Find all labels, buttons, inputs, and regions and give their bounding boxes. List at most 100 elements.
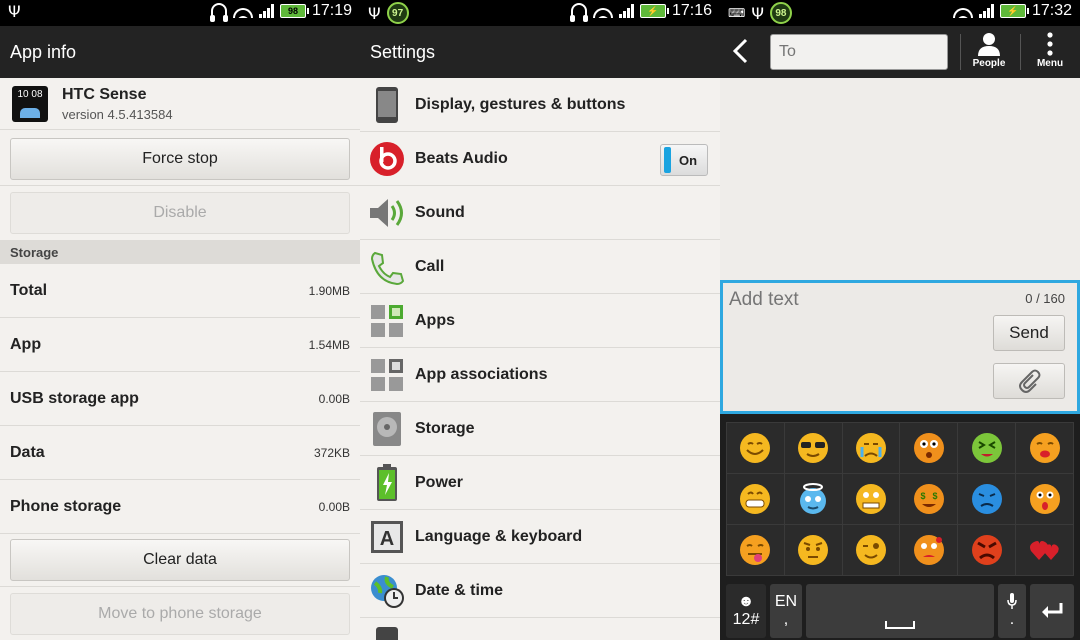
emoji-key[interactable] xyxy=(727,525,784,575)
settings-item-display[interactable]: Display, gestures & buttons xyxy=(360,78,720,132)
settings-item-call[interactable]: Call xyxy=(360,240,720,294)
people-button[interactable]: People xyxy=(961,30,1017,74)
smiley-icon: ☻ xyxy=(737,593,755,610)
settings-item-storage[interactable]: Storage xyxy=(360,402,720,456)
compose-toolbar: People Menu xyxy=(720,26,1080,78)
storage-value: 372KB xyxy=(313,445,350,460)
force-stop-button[interactable]: Force stop xyxy=(10,138,350,180)
emoji-symbols-key[interactable]: ☻ 12# xyxy=(726,584,766,638)
emoji-key[interactable] xyxy=(1016,525,1073,575)
menu-button[interactable]: Menu xyxy=(1022,30,1078,74)
keyboard-bottom-row: ☻ 12# EN , . xyxy=(720,582,1080,640)
battery-icon: 98 xyxy=(279,4,309,18)
back-arrow-icon[interactable] xyxy=(732,38,750,64)
crying-emoji-icon xyxy=(856,433,887,463)
emoji-key[interactable] xyxy=(958,525,1016,575)
storage-label: App xyxy=(10,335,42,353)
settings-item-language-keyboard[interactable]: A Language & keyboard xyxy=(360,510,720,564)
wifi-icon xyxy=(952,4,973,18)
storage-value: 0.00B xyxy=(318,391,350,406)
character-counter: 0 / 160 xyxy=(1025,291,1065,306)
emoji-key[interactable] xyxy=(727,423,784,473)
move-to-phone-storage-button[interactable]: Move to phone storage xyxy=(10,593,350,635)
settings-item-label: Date & time xyxy=(415,581,504,599)
hearts-emoji-icon xyxy=(1029,541,1059,560)
emoji-key[interactable] xyxy=(900,423,958,473)
status-time: 17:32 xyxy=(1031,2,1072,19)
keyboard-icon: ⌨ xyxy=(728,6,746,20)
svg-text:$: $ xyxy=(932,491,937,501)
settings-item-date-time[interactable]: Date & time xyxy=(360,564,720,618)
emoji-key[interactable] xyxy=(958,474,1016,524)
emoji-key[interactable] xyxy=(784,525,842,575)
nervous-emoji-icon xyxy=(856,484,887,514)
shocked-emoji-icon xyxy=(1029,484,1060,514)
apps-grid-icon xyxy=(368,302,406,340)
app-icon-clock-text: 10 08 xyxy=(17,88,43,100)
headset-icon xyxy=(209,3,228,22)
compose-area: 0 / 160 Send xyxy=(720,280,1080,414)
settings-item-beats-audio[interactable]: Beats Audio On xyxy=(360,132,720,186)
beats-audio-toggle[interactable]: On xyxy=(660,144,708,176)
phone-handset-icon xyxy=(368,248,406,286)
storage-value: 0.00B xyxy=(318,499,350,514)
angel-emoji-icon xyxy=(800,483,827,514)
voice-input-key[interactable]: . xyxy=(998,584,1026,638)
svg-text:$: $ xyxy=(920,491,925,501)
emoji-key[interactable] xyxy=(784,423,842,473)
usb-icon: Ψ xyxy=(751,3,764,23)
cool-sunglasses-emoji-icon xyxy=(798,433,829,463)
language-key[interactable]: EN , xyxy=(770,584,802,638)
emoji-key[interactable] xyxy=(842,525,900,575)
settings-item-label: App associations xyxy=(415,365,548,383)
send-button[interactable]: Send xyxy=(993,315,1065,351)
storage-row-total: Total 1.90MB xyxy=(0,264,360,318)
menu-label: Menu xyxy=(1036,58,1064,69)
storage-label: Phone storage xyxy=(10,497,122,515)
storage-label: USB storage app xyxy=(10,389,139,407)
attach-button[interactable] xyxy=(993,363,1065,399)
clear-data-button[interactable]: Clear data xyxy=(10,539,350,581)
disable-button[interactable]: Disable xyxy=(10,192,350,234)
emoji-key[interactable]: $ $ xyxy=(900,474,958,524)
paperclip-icon xyxy=(1019,369,1041,393)
usb-icon: Ψ xyxy=(8,2,21,21)
storage-section-header: Storage xyxy=(0,240,360,264)
emoji-key[interactable] xyxy=(900,525,958,575)
emoji-key[interactable] xyxy=(842,474,900,524)
app-associations-icon xyxy=(368,356,406,394)
message-text-input[interactable] xyxy=(729,289,979,329)
space-key[interactable] xyxy=(806,584,994,638)
settings-item-label: Apps xyxy=(415,311,455,329)
emoji-key[interactable] xyxy=(1016,474,1073,524)
settings-item-app-associations[interactable]: App associations xyxy=(360,348,720,402)
emoji-key[interactable] xyxy=(842,423,900,473)
svg-text:A: A xyxy=(380,528,394,550)
phone-display-icon xyxy=(368,626,406,640)
recipient-input[interactable] xyxy=(770,34,948,70)
settings-item-partial[interactable] xyxy=(360,618,720,640)
cold-emoji-icon xyxy=(971,484,1002,514)
settings-item-power[interactable]: Power xyxy=(360,456,720,510)
microphone-icon xyxy=(1007,593,1017,609)
emoji-key[interactable] xyxy=(1016,423,1073,473)
storage-row-phone: Phone storage 0.00B xyxy=(0,480,360,534)
confused-emoji-icon xyxy=(798,535,829,565)
status-time: 17:19 xyxy=(311,2,352,19)
people-label: People xyxy=(972,58,1006,69)
emoji-key[interactable] xyxy=(727,474,784,524)
settings-item-apps[interactable]: Apps xyxy=(360,294,720,348)
settings-item-label: Beats Audio xyxy=(415,149,508,167)
enter-key[interactable] xyxy=(1030,584,1074,638)
divider xyxy=(0,185,360,186)
settings-item-label: Sound xyxy=(415,203,465,221)
app-version: version 4.5.413584 xyxy=(62,106,173,122)
settings-item-sound[interactable]: Sound xyxy=(360,186,720,240)
person-icon xyxy=(961,30,1017,58)
wifi-icon xyxy=(232,4,253,18)
emoji-key[interactable] xyxy=(958,423,1016,473)
signal-icon xyxy=(618,4,634,18)
settings-item-label: Power xyxy=(415,473,464,491)
angry-emoji-icon xyxy=(971,535,1002,565)
emoji-key[interactable] xyxy=(784,474,842,524)
